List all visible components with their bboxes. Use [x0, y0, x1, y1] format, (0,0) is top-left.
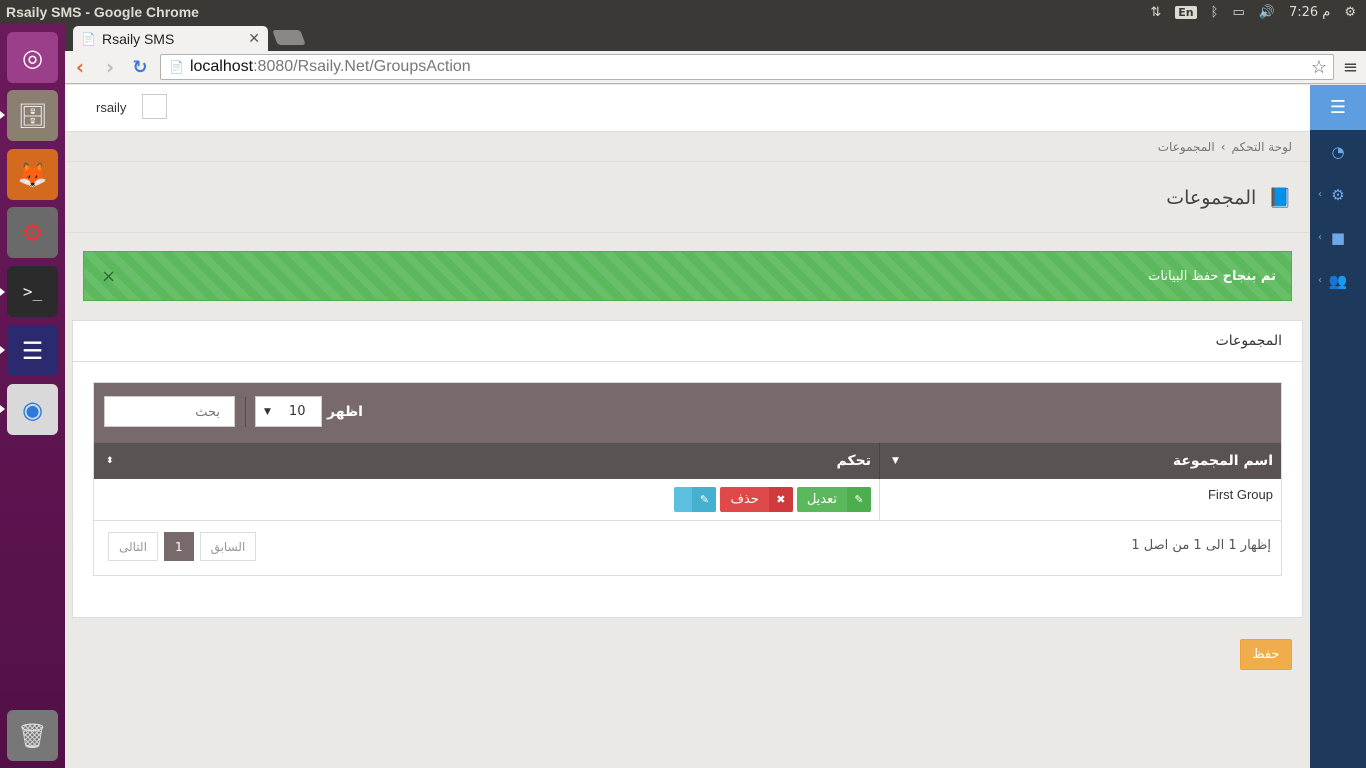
alert-bold: تم بنجاح	[1222, 268, 1276, 284]
page-icon: 📄	[81, 31, 96, 46]
table-toolbar: ▼ 10 اظهر	[94, 383, 1281, 443]
page-viewport: ☰ ◔ ‹ ⚙ ‹ ■ ‹ 👥 rsaily لوحة التحكم › المجمو…	[65, 85, 1366, 768]
next-page-button[interactable]: التالى	[108, 532, 158, 561]
page-title-bar: 📘 المجموعات	[65, 163, 1310, 233]
pencil-icon: ✎	[692, 487, 717, 512]
window-title: Rsaily SMS - Google Chrome	[6, 4, 199, 20]
firefox-icon[interactable]: 🦊	[7, 149, 58, 200]
system-top-bar: Rsaily SMS - Google Chrome ⇅ En ᛒ ▭ 🔊 7:…	[0, 0, 1366, 24]
quick-edit-button[interactable]: ✎	[674, 487, 717, 512]
page-title: المجموعات	[1166, 186, 1257, 209]
sidebar-item-dashboard[interactable]: ◔	[1310, 130, 1366, 173]
sidebar-item-settings[interactable]: ‹ ⚙	[1310, 173, 1366, 216]
dashboard-icon: ◔	[1331, 142, 1345, 161]
reload-icon[interactable]: ↻	[125, 57, 155, 78]
page-1-button[interactable]: 1	[163, 532, 194, 561]
network-icon[interactable]: ⇅	[1150, 5, 1161, 20]
bluetooth-icon[interactable]: ᛒ	[1211, 5, 1219, 20]
url-host: localhost	[189, 58, 254, 75]
breadcrumb: لوحة التحكم › المجموعات	[65, 132, 1310, 162]
success-alert: تم بنجاح حفظ البيانات ×	[83, 251, 1292, 301]
username[interactable]: rsaily	[96, 100, 126, 115]
files-icon[interactable]: 🗄	[7, 90, 58, 141]
breadcrumb-separator: ›	[1220, 139, 1226, 154]
address-bar[interactable]: 📄 localhost :8080/Rsaily.Net/GroupsActio…	[160, 54, 1334, 80]
sort-icon: ⬍	[106, 456, 114, 466]
chrome-icon[interactable]: ◉	[7, 384, 58, 435]
search-input[interactable]	[104, 396, 235, 427]
groups-panel: المجموعات ▼ 10 اظهر اسم المجموعة ▼	[72, 320, 1303, 618]
sidebar-item-folders[interactable]: ‹ ■	[1310, 216, 1366, 259]
trash-icon[interactable]: 🗑	[7, 710, 58, 761]
running-indicator	[0, 288, 5, 296]
tab-strip: 📄 Rsaily SMS ✕	[65, 24, 1366, 51]
book-icon: 📘	[1268, 187, 1292, 209]
settings-gear-icon[interactable]: ⚙	[1344, 5, 1356, 20]
column-header-control[interactable]: تحكم ⬍	[94, 443, 879, 479]
url-path: :8080/Rsaily.Net/GroupsAction	[253, 58, 471, 75]
actions-cell: ✎ تعديل ✖ حذف ✎	[94, 479, 879, 520]
sidebar-item-groups[interactable]: ‹ 👥	[1310, 259, 1366, 302]
close-icon[interactable]: ×	[101, 266, 116, 287]
breadcrumb-current: المجموعات	[1157, 139, 1215, 154]
page-length-value: 10	[288, 404, 306, 419]
chevron-left-icon: ‹	[1318, 275, 1322, 286]
cogs-icon: ⚙	[1331, 185, 1345, 204]
running-indicator	[0, 405, 5, 413]
column-header-name[interactable]: اسم المجموعة ▼	[879, 443, 1281, 479]
page-header: rsaily	[65, 85, 1310, 132]
edit-button[interactable]: ✎ تعديل	[796, 487, 871, 512]
dropdown-arrow-icon: ▼	[264, 406, 271, 417]
table-footer: إظهار 1 الى 1 من اصل 1 التالى 1 السابق	[94, 521, 1281, 575]
breadcrumb-home[interactable]: لوحة التحكم	[1232, 140, 1293, 154]
table-header: اسم المجموعة ▼ تحكم ⬍	[94, 443, 1281, 479]
table-row: First Group ✎ تعديل ✖ حذف ✎	[94, 479, 1281, 521]
table-info: إظهار 1 الى 1 من اصل 1	[1131, 538, 1271, 553]
sort-desc-icon: ▼	[892, 456, 899, 466]
groups-table: ▼ 10 اظهر اسم المجموعة ▼ تحكم ⬍	[93, 382, 1282, 576]
bookmark-star-icon[interactable]: ☆	[1311, 57, 1327, 78]
delete-button[interactable]: ✖ حذف	[720, 487, 793, 512]
pagination: التالى 1 السابق	[108, 532, 257, 561]
times-icon: ✖	[768, 487, 793, 512]
battery-icon[interactable]: ▭	[1232, 5, 1244, 20]
ubuntu-dash-icon[interactable]: ◎	[7, 32, 58, 83]
avatar[interactable]	[142, 94, 167, 119]
running-indicator	[0, 111, 5, 119]
system-tray: ⇅ En ᛒ ▭ 🔊 7:26 م ⚙	[1150, 5, 1366, 20]
tab-title: Rsaily SMS	[101, 30, 175, 47]
page-length-label: اظهر	[327, 404, 363, 420]
toolbar: ‹ › ↻ 📄 localhost :8080/Rsaily.Net/Group…	[65, 51, 1366, 84]
group-name-cell: First Group	[879, 479, 1281, 520]
sidebar-toggle-icon[interactable]: ☰	[1310, 85, 1366, 130]
running-indicator	[0, 346, 5, 354]
chrome-menu-icon[interactable]: ≡	[1343, 57, 1358, 78]
alert-text: حفظ البيانات	[1148, 268, 1223, 284]
save-button[interactable]: حفظ	[1240, 639, 1292, 670]
terminal-icon[interactable]: >_	[7, 266, 58, 317]
browser-window: 📄 Rsaily SMS ✕ ‹ › ↻ 📄 localhost :8080/R…	[65, 24, 1366, 768]
eclipse-icon[interactable]: ☰	[7, 325, 58, 376]
clock[interactable]: 7:26 م	[1289, 5, 1330, 20]
ubuntu-launcher: ◎ 🗄 🦊 ⚙ >_ ☰ ◉ 🗑	[0, 24, 65, 768]
sidebar: ☰ ◔ ‹ ⚙ ‹ ■ ‹ 👥	[1310, 85, 1366, 768]
keyboard-layout[interactable]: En	[1175, 5, 1197, 19]
chevron-left-icon: ‹	[1318, 232, 1322, 243]
chevron-left-icon: ‹	[1318, 189, 1322, 200]
folder-icon: ■	[1330, 228, 1346, 247]
new-tab-button[interactable]	[272, 30, 306, 45]
users-icon: 👥	[1328, 271, 1348, 290]
divider	[245, 397, 246, 427]
pencil-icon: ✎	[847, 487, 871, 512]
volume-icon[interactable]: 🔊	[1259, 5, 1275, 20]
browser-tab[interactable]: 📄 Rsaily SMS ✕	[73, 26, 268, 51]
panel-heading: المجموعات	[73, 321, 1302, 362]
prev-page-button[interactable]: السابق	[199, 532, 257, 561]
page-info-icon[interactable]: 📄	[169, 60, 184, 74]
system-settings-icon[interactable]: ⚙	[7, 207, 58, 258]
close-tab-icon[interactable]: ✕	[248, 30, 260, 47]
forward-icon[interactable]: ›	[95, 55, 125, 79]
back-icon[interactable]: ‹	[65, 55, 95, 79]
page-length-select[interactable]: ▼ 10	[255, 396, 322, 427]
